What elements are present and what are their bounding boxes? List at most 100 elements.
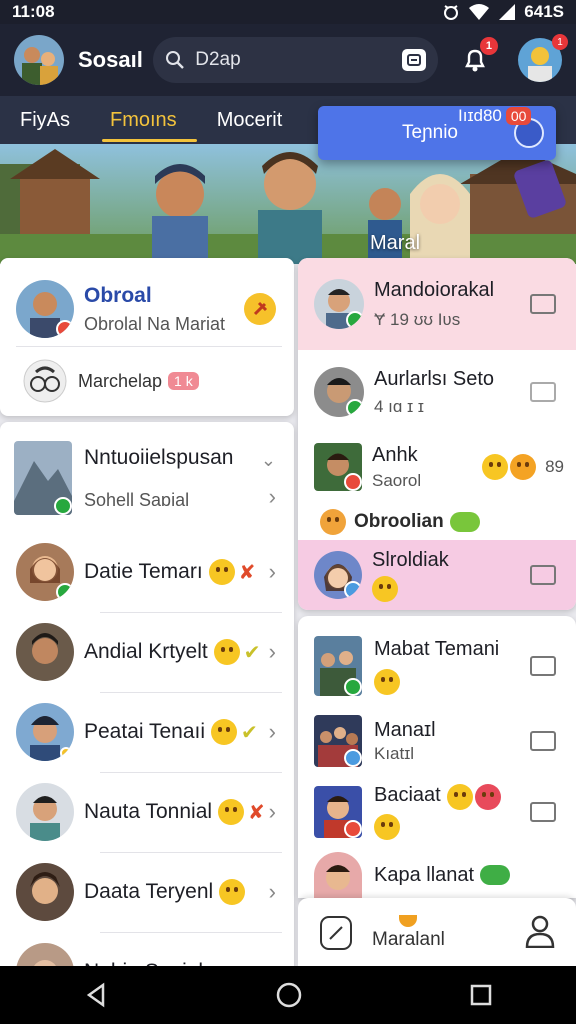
list-item[interactable]: Datie Temarı ✘ ›	[0, 540, 294, 604]
chevron-right-icon[interactable]: ›	[269, 799, 276, 825]
chat-name: Baciaat	[374, 784, 441, 807]
avatar	[16, 863, 74, 921]
chevron-right-icon[interactable]: ›	[269, 719, 276, 745]
chat-list-right: Mandoiorakal Ɏ 19 ʊʊ Iʋs Aurlarlsı Seto …	[298, 258, 576, 610]
row-label: Marchelap	[78, 370, 163, 391]
smile-emoji-icon	[219, 879, 246, 905]
chat-row-main[interactable]: Obroal Obrolal Na Mariat	[0, 270, 294, 348]
pin-icon[interactable]	[244, 293, 276, 325]
profile-button[interactable]: 1	[517, 34, 568, 82]
section-label: Obroolian	[354, 511, 444, 532]
avatar	[16, 783, 74, 841]
chat-name: Aurlarlsı Seto	[374, 367, 495, 390]
chat-extra: 89	[545, 457, 564, 476]
scan-icon[interactable]	[402, 49, 427, 71]
sticker-icon	[480, 865, 511, 885]
chevron-right-icon[interactable]: ›	[269, 639, 276, 665]
avatar	[314, 636, 362, 696]
smile-emoji-icon	[213, 639, 240, 665]
wifi-icon	[469, 4, 490, 20]
smile-emoji-icon	[482, 454, 508, 480]
search-bar[interactable]: D2ap	[153, 37, 439, 83]
archive-icon[interactable]	[530, 565, 556, 585]
chat-list-right-lower: Mabat Temani Manaɪl Kıatɪl Baciaat Kapa …	[298, 616, 576, 898]
chat-row-sub[interactable]: Marchelap 1 k	[0, 350, 294, 412]
list-item[interactable]: Kapa llanat	[298, 852, 576, 898]
smile-emoji-icon	[208, 559, 235, 585]
compose-icon[interactable]	[320, 916, 352, 950]
list-item[interactable]: Aurlarlsı Seto 4 ıɑ ɪ ɪ	[298, 352, 576, 432]
pin-icon: ✘	[238, 561, 256, 584]
archive-icon[interactable]	[530, 294, 556, 314]
tab-1[interactable]: Fmoıns	[90, 96, 197, 144]
chat-sub: Kıatɪl	[374, 743, 415, 763]
list-item[interactable]: Mandoiorakal Ɏ 19 ʊʊ Iʋs	[298, 258, 576, 350]
tab-extra-text: Iıɪd80	[458, 106, 502, 125]
home-icon[interactable]	[275, 981, 303, 1009]
tab-extra[interactable]: Iıɪd80 00	[458, 106, 532, 126]
list-item[interactable]: Peatai Tenaıi ✔ ›	[0, 700, 294, 764]
list-item[interactable]: Slroldiak	[298, 540, 576, 610]
archive-icon[interactable]	[530, 382, 556, 402]
nav-center[interactable]: Maralanl	[372, 915, 445, 951]
chat-name: Slroldiak	[372, 548, 449, 571]
app-title: Sosaıl	[78, 47, 143, 72]
my-avatar[interactable]	[14, 35, 64, 85]
archive-icon[interactable]	[530, 656, 556, 676]
avatar	[16, 280, 74, 338]
status-dot	[60, 747, 72, 759]
avatar	[314, 367, 364, 417]
list-item[interactable]: Andial Krtyelt ✔ ›	[0, 620, 294, 684]
list-header[interactable]: Nntuoiielspusan Sohell Saɒial ⌄ ›	[0, 436, 294, 520]
divider	[100, 692, 282, 693]
divider	[100, 932, 282, 933]
list-item[interactable]: Nauta Tonnial ✘ ›	[0, 780, 294, 844]
avatar	[314, 715, 362, 767]
signal-icon	[499, 4, 516, 20]
list-item[interactable]: Manaɪl Kıatɪl	[298, 708, 576, 774]
list-item[interactable]: Daata Teryenl ›	[0, 860, 294, 924]
group-icon	[23, 359, 67, 403]
status-dot	[56, 320, 74, 338]
chevron-right-icon[interactable]: ›	[269, 559, 276, 585]
tab-extra-badge: 00	[505, 107, 532, 125]
chat-sub: Obrolal Na Mariat	[84, 313, 226, 334]
archive-icon[interactable]	[530, 802, 556, 822]
divider	[100, 852, 282, 853]
check-icon: ✔	[241, 721, 258, 744]
friends-card: Nntuoiielspusan Sohell Saɒial ⌄ › Datie …	[0, 422, 294, 982]
chevron-right-icon[interactable]: ›	[269, 879, 276, 905]
status-bar: 11:08 641S	[0, 0, 576, 24]
profile-icon[interactable]	[524, 914, 556, 953]
heart-eyes-emoji-icon	[320, 509, 346, 535]
chat-name: Kapa llanat	[374, 863, 475, 886]
smile-emoji-icon	[374, 668, 400, 695]
profile-badge: 1	[551, 34, 568, 50]
friend-name: Peatai Tenaıi	[84, 720, 206, 743]
chat-sub: Saorol	[372, 470, 422, 490]
avatar	[314, 852, 362, 898]
friend-name: Datie Temarı	[84, 560, 203, 583]
row-badge: 1 k	[168, 372, 199, 390]
divider	[16, 346, 282, 347]
search-input[interactable]: D2ap	[195, 49, 402, 71]
list-item[interactable]: Mabat Temani	[298, 626, 576, 706]
recents-icon[interactable]	[469, 983, 493, 1007]
list-item[interactable]: Baciaat	[298, 776, 576, 848]
status-dot	[346, 311, 364, 329]
status-time: 11:08	[12, 2, 55, 21]
smile-emoji-icon	[211, 719, 238, 745]
archive-icon[interactable]	[530, 731, 556, 751]
list-item[interactable]: Anhk Saorol 89	[298, 432, 576, 502]
heart-emoji-icon	[474, 784, 501, 810]
chevron-down-icon[interactable]: ⌄	[261, 450, 276, 471]
tab-0[interactable]: FiyAs	[0, 96, 90, 144]
tab-2[interactable]: Mocerit	[197, 96, 303, 144]
chevron-right-icon[interactable]: ›	[269, 484, 276, 510]
banner-image	[0, 144, 576, 264]
notifications-button[interactable]: 1	[458, 37, 498, 77]
friend-name: Daata Teryenl	[84, 880, 214, 903]
avatar	[314, 786, 362, 838]
back-icon[interactable]	[83, 982, 109, 1008]
chat-sub: Ɏ 19 ʊʊ Iʋs	[374, 309, 461, 329]
